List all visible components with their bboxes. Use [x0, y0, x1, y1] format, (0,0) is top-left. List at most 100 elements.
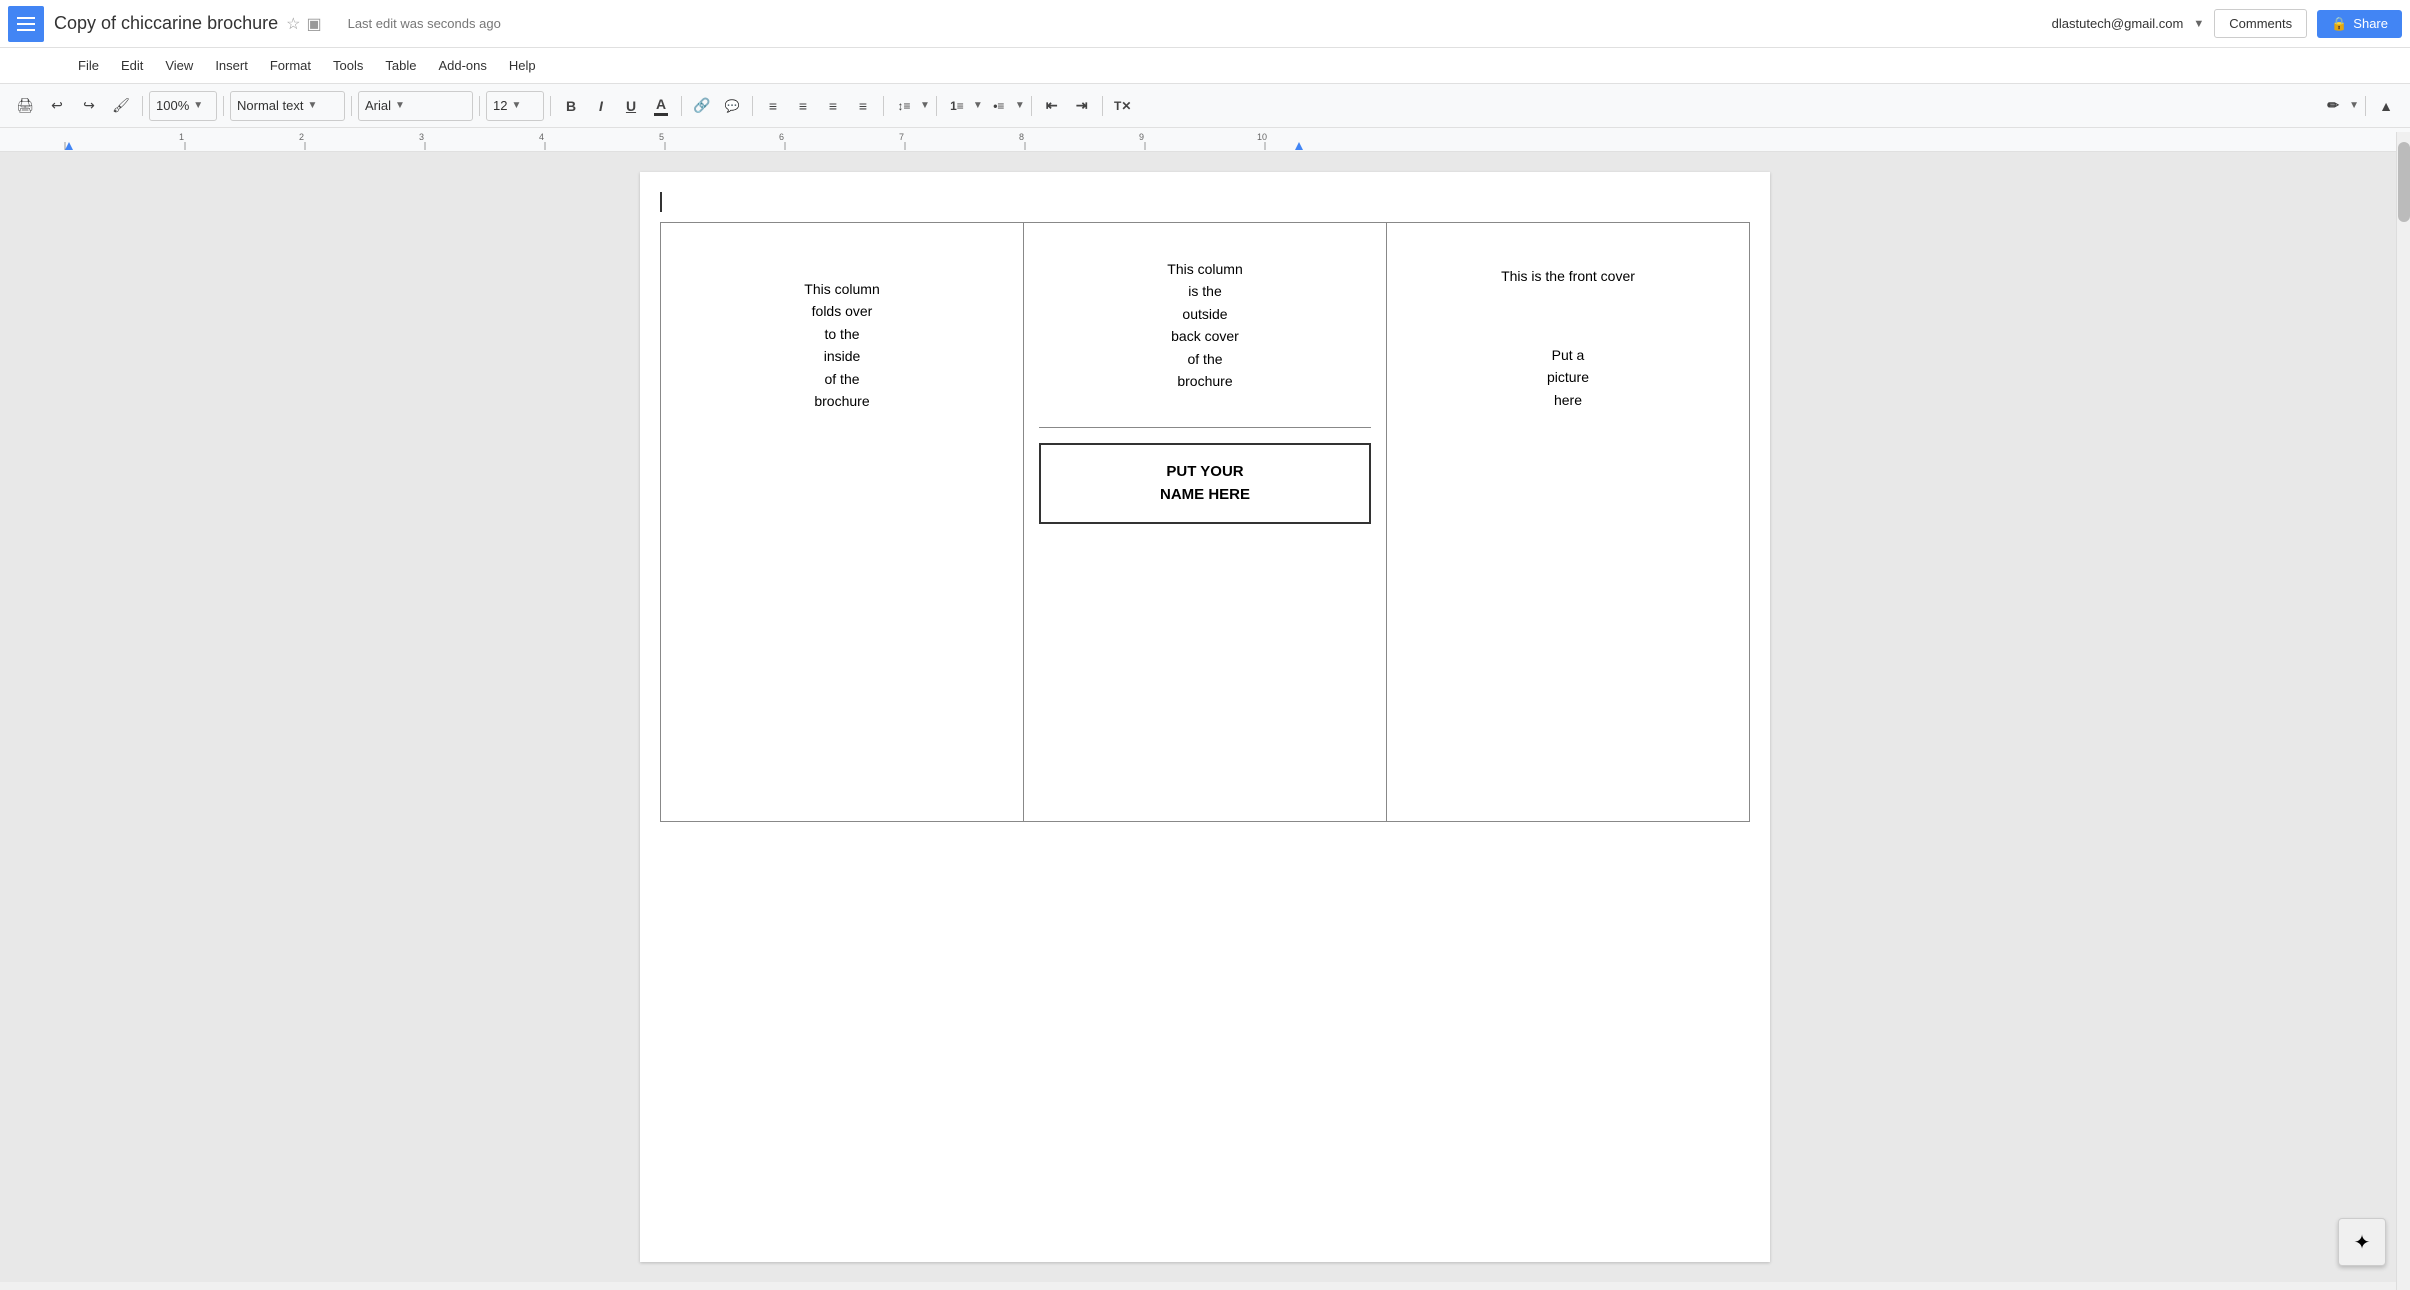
share-label: Share — [2353, 16, 2388, 31]
lock-icon: 🔒 — [2331, 16, 2347, 32]
separator-9 — [936, 96, 937, 116]
separator-10 — [1031, 96, 1032, 116]
scrollbar[interactable] — [2396, 132, 2410, 1290]
redo-button[interactable]: ↪ — [74, 91, 104, 121]
style-value: Normal text — [237, 98, 303, 113]
ruler: 1 2 3 4 5 6 7 8 9 10 — [0, 128, 2410, 152]
share-button[interactable]: 🔒 Share — [2317, 10, 2402, 38]
svg-text:2: 2 — [299, 132, 304, 142]
ruler-svg: 1 2 3 4 5 6 7 8 9 10 — [0, 128, 2410, 152]
col2-name-box[interactable]: PUT YOURNAME HERE — [1039, 443, 1371, 524]
separator-8 — [883, 96, 884, 116]
scrollbar-thumb[interactable] — [2398, 142, 2410, 222]
document-area: This columnfolds overto theinsideof theb… — [0, 152, 2410, 1282]
bullet-list-chevron: ▼ — [1015, 100, 1025, 111]
align-right-button[interactable]: ≡ — [819, 92, 847, 120]
undo-button[interactable]: ↩ — [42, 91, 72, 121]
menu-addons[interactable]: Add-ons — [428, 54, 496, 77]
separator-12 — [2365, 96, 2366, 116]
separator-3 — [351, 96, 352, 116]
separator-5 — [550, 96, 551, 116]
comment-inline-button[interactable]: 💬 — [718, 92, 746, 120]
separator-7 — [752, 96, 753, 116]
menu-help[interactable]: Help — [499, 54, 546, 77]
font-size-dropdown[interactable]: 12 ▼ — [486, 91, 544, 121]
font-value: Arial — [365, 98, 391, 113]
document-title: Copy of chiccarine brochure — [54, 13, 278, 34]
svg-text:9: 9 — [1139, 132, 1144, 142]
menu-format[interactable]: Format — [260, 54, 321, 77]
bullet-list-button[interactable]: •≡ — [985, 92, 1013, 120]
explore-fab[interactable]: ✦ — [2338, 1218, 2386, 1266]
app-menu-button[interactable] — [8, 6, 44, 42]
italic-button[interactable]: I — [587, 92, 615, 120]
draw-button[interactable]: ✏ — [2319, 92, 2347, 120]
font-chevron: ▼ — [395, 100, 405, 111]
increase-indent-button[interactable]: ⇥ — [1068, 92, 1096, 120]
underline-button[interactable]: U — [617, 92, 645, 120]
draw-chevron: ▼ — [2349, 100, 2359, 111]
col1-text: This columnfolds overto theinsideof theb… — [676, 278, 1008, 412]
col3-top-text: This is the front cover — [1402, 268, 1734, 284]
bold-button[interactable]: B — [557, 92, 585, 120]
menu-tools[interactable]: Tools — [323, 54, 373, 77]
size-value: 12 — [493, 98, 507, 113]
menu-file[interactable]: File — [68, 54, 109, 77]
collapse-toolbar-button[interactable]: ▲ — [2372, 92, 2400, 120]
svg-text:10: 10 — [1257, 132, 1267, 142]
svg-text:3: 3 — [419, 132, 424, 142]
explore-icon: ✦ — [2354, 1230, 2371, 1255]
style-chevron: ▼ — [307, 100, 317, 111]
top-bar: Copy of chiccarine brochure ☆ ▣ Last edi… — [0, 0, 2410, 48]
text-color-button[interactable]: A — [647, 92, 675, 120]
cursor-line — [660, 192, 662, 212]
font-dropdown[interactable]: Arial ▼ — [358, 91, 473, 121]
document-page[interactable]: This columnfolds overto theinsideof theb… — [640, 172, 1770, 1262]
column-1-cell[interactable]: This columnfolds overto theinsideof theb… — [661, 223, 1024, 822]
link-button[interactable]: 🔗 — [688, 92, 716, 120]
svg-text:8: 8 — [1019, 132, 1024, 142]
zoom-value: 100% — [156, 98, 189, 113]
style-dropdown[interactable]: Normal text ▼ — [230, 91, 345, 121]
zoom-dropdown[interactable]: 100% ▼ — [149, 91, 217, 121]
comments-button[interactable]: Comments — [2214, 9, 2307, 38]
menu-edit[interactable]: Edit — [111, 54, 153, 77]
separator-2 — [223, 96, 224, 116]
col2-top-text: This columnis theoutsideback coverof the… — [1039, 238, 1371, 412]
separator-4 — [479, 96, 480, 116]
clear-formatting-button[interactable]: T✕ — [1109, 92, 1137, 120]
align-center-button[interactable]: ≡ — [789, 92, 817, 120]
col2-content: This columnis theoutsideback coverof the… — [1039, 238, 1371, 524]
svg-text:6: 6 — [779, 132, 784, 142]
last-edit-status: Last edit was seconds ago — [348, 16, 2052, 31]
toolbar: 🖨 ↩ ↪ 🖌 100% ▼ Normal text ▼ Arial ▼ 12 … — [0, 84, 2410, 128]
menu-view[interactable]: View — [155, 54, 203, 77]
align-left-button[interactable]: ≡ — [759, 92, 787, 120]
paint-format-button[interactable]: 🖌 — [106, 91, 136, 121]
separator-11 — [1102, 96, 1103, 116]
user-area: dlastutech@gmail.com ▼ Comments 🔒 Share — [2052, 9, 2402, 38]
user-email[interactable]: dlastutech@gmail.com — [2052, 16, 2184, 31]
numbered-list-button[interactable]: 1≡ — [943, 92, 971, 120]
menu-bar: File Edit View Insert Format Tools Table… — [0, 48, 2410, 84]
folder-icon[interactable]: ▣ — [306, 14, 321, 34]
menu-table[interactable]: Table — [375, 54, 426, 77]
numbered-list-chevron: ▼ — [973, 100, 983, 111]
col2-divider — [1039, 427, 1371, 428]
size-chevron: ▼ — [511, 100, 521, 111]
col3-picture-text: Put apicturehere — [1402, 344, 1734, 411]
align-justify-button[interactable]: ≡ — [849, 92, 877, 120]
column-2-cell[interactable]: This columnis theoutsideback coverof the… — [1024, 223, 1387, 822]
svg-text:1: 1 — [179, 132, 184, 142]
menu-insert[interactable]: Insert — [205, 54, 258, 77]
star-icon[interactable]: ☆ — [286, 14, 300, 34]
brochure-table: This columnfolds overto theinsideof theb… — [660, 222, 1750, 822]
dropdown-icon: ▼ — [2193, 18, 2204, 30]
separator-6 — [681, 96, 682, 116]
svg-text:4: 4 — [539, 132, 544, 142]
column-3-cell[interactable]: This is the front cover Put apicturehere — [1387, 223, 1750, 822]
decrease-indent-button[interactable]: ⇤ — [1038, 92, 1066, 120]
zoom-chevron: ▼ — [193, 100, 203, 111]
print-button[interactable]: 🖨 — [10, 91, 40, 121]
line-spacing-button[interactable]: ↕≡ — [890, 92, 918, 120]
